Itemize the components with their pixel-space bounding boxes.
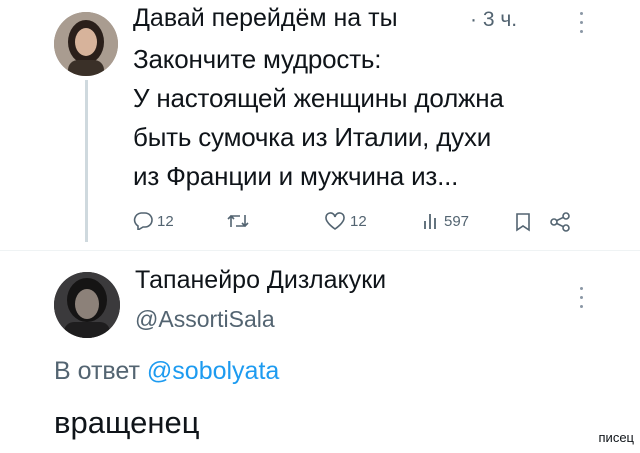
reply-count: 12 bbox=[157, 212, 174, 230]
views-icon bbox=[424, 214, 436, 229]
post-actions: 12 12 597 bbox=[133, 212, 593, 238]
thread-line bbox=[85, 80, 88, 242]
reply-context: В ответ @sobolyata bbox=[54, 357, 279, 386]
views-button[interactable]: 597 bbox=[422, 212, 469, 230]
author-avatar[interactable] bbox=[54, 12, 118, 76]
bookmark-button[interactable] bbox=[515, 212, 531, 232]
original-post[interactable]: Давай перейдём на ты · 3 ч. Закончите му… bbox=[0, 0, 640, 248]
reply-button[interactable]: 12 bbox=[133, 212, 174, 230]
reply-author-avatar[interactable] bbox=[54, 272, 120, 338]
like-count: 12 bbox=[350, 212, 367, 230]
share-icon bbox=[550, 212, 570, 232]
repost-icon bbox=[227, 214, 249, 228]
reply-to-prefix: В ответ bbox=[54, 357, 140, 385]
reply-author-handle[interactable]: @AssortiSala bbox=[135, 306, 275, 333]
watermark: писец bbox=[598, 430, 634, 445]
reply-text: вращенец bbox=[54, 405, 200, 440]
reply-to-mention[interactable]: @sobolyata bbox=[147, 357, 279, 385]
more-icon[interactable] bbox=[578, 287, 584, 311]
like-button[interactable]: 12 bbox=[324, 212, 367, 230]
post-text: Закончите мудрость: У настоящей женщины … bbox=[133, 44, 504, 191]
like-icon bbox=[325, 212, 345, 230]
repost-button[interactable] bbox=[226, 212, 254, 230]
author-name[interactable]: Давай перейдём на ты bbox=[133, 4, 398, 33]
bookmark-icon bbox=[516, 213, 530, 232]
reply-author-name[interactable]: Тапанейро Дизлакуки bbox=[135, 266, 386, 295]
more-icon[interactable] bbox=[578, 12, 584, 36]
post-time[interactable]: · 3 ч. bbox=[470, 8, 517, 32]
views-count: 597 bbox=[444, 212, 470, 230]
avatar-photo bbox=[54, 12, 118, 76]
avatar-photo bbox=[54, 272, 120, 338]
reply-icon bbox=[133, 212, 153, 230]
divider bbox=[0, 250, 640, 251]
share-button[interactable] bbox=[549, 212, 571, 232]
